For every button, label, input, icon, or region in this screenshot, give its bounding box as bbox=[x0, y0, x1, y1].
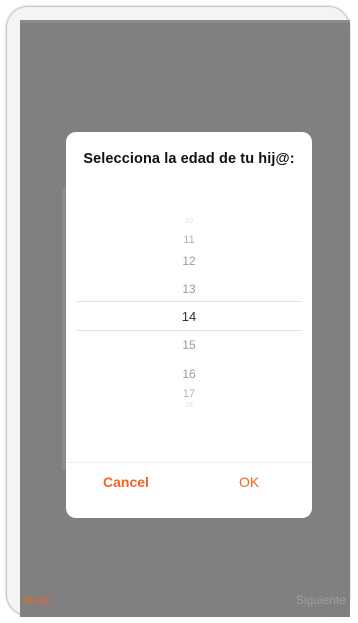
picker-option[interactable]: 13 bbox=[66, 282, 312, 296]
picker-option[interactable]: 15 bbox=[66, 338, 312, 352]
picker-option[interactable]: 11 bbox=[66, 234, 312, 246]
app-screen: Selecciona la edad de tu hij@: 10 11 12 … bbox=[20, 20, 350, 617]
picker-option[interactable]: 10 bbox=[66, 218, 312, 225]
picker-option[interactable]: 18 bbox=[66, 402, 312, 409]
picker-selection-bottom-line bbox=[76, 330, 302, 331]
dialog-button-divider bbox=[66, 462, 312, 463]
ok-button[interactable]: OK bbox=[239, 474, 259, 490]
picker-selection-top-line bbox=[76, 301, 302, 302]
picker-option-selected[interactable]: 14 bbox=[66, 309, 312, 324]
age-picker-dialog: Selecciona la edad de tu hij@: 10 11 12 … bbox=[66, 132, 312, 518]
dialog-title: Selecciona la edad de tu hij@: bbox=[83, 151, 295, 167]
back-link[interactable]: Atrás bbox=[22, 593, 50, 607]
picker-option[interactable]: 12 bbox=[66, 254, 312, 268]
cancel-button[interactable]: Cancel bbox=[103, 474, 149, 490]
picker-option[interactable]: 16 bbox=[66, 367, 312, 381]
age-picker-wheel[interactable]: 10 11 12 13 14 15 16 17 18 bbox=[66, 212, 312, 442]
status-bar-area bbox=[20, 20, 350, 23]
picker-option[interactable]: 17 bbox=[66, 388, 312, 400]
next-link[interactable]: Siguiente bbox=[296, 593, 346, 607]
